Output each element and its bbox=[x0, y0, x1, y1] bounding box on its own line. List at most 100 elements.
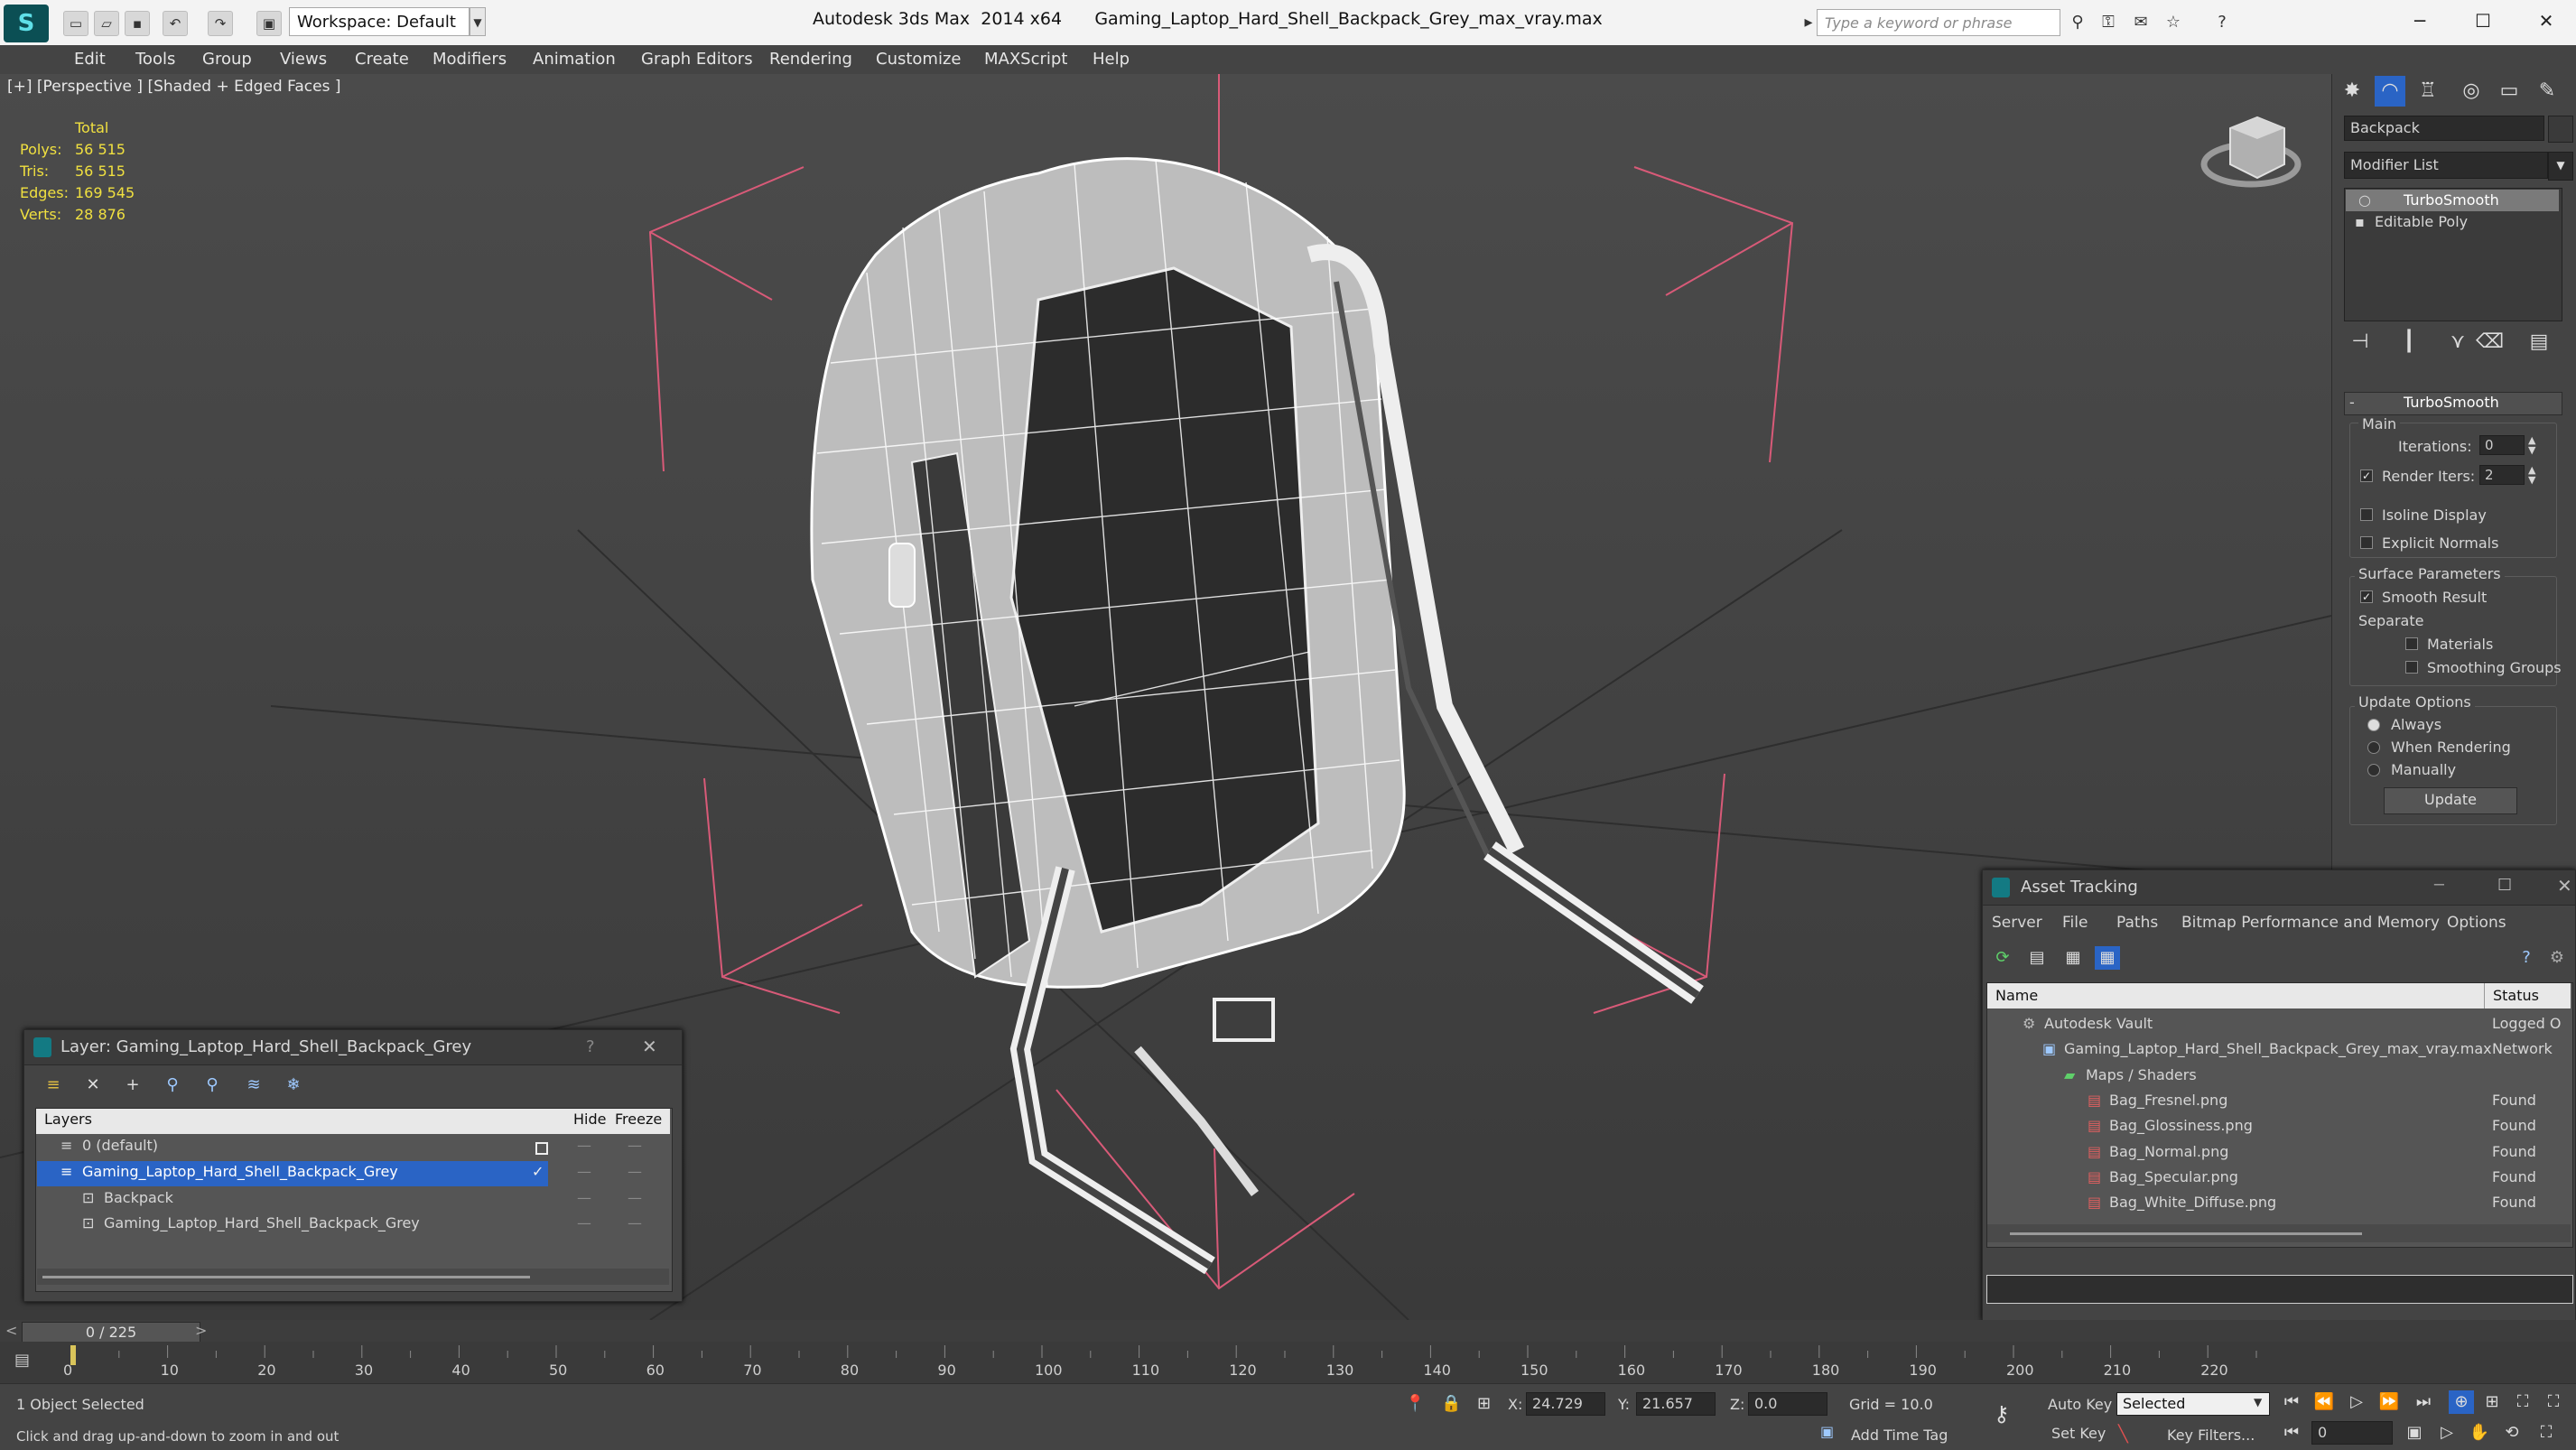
add-time-tag[interactable]: Add Time Tag bbox=[1851, 1427, 1948, 1444]
key-mode-toggle-icon[interactable]: ⏮ bbox=[2279, 1421, 2304, 1445]
pan-view-icon[interactable]: ✋ bbox=[2467, 1421, 2492, 1445]
key-filters-button[interactable]: Key Filters... bbox=[2167, 1427, 2255, 1444]
col-name[interactable]: Name bbox=[1995, 987, 2038, 1004]
scrollbar-thumb[interactable] bbox=[2010, 1232, 2362, 1235]
menu-server[interactable]: Server bbox=[1992, 914, 2042, 932]
asset-name[interactable]: Bag_White_Diffuse.png bbox=[2109, 1194, 2276, 1211]
new-file-icon[interactable]: ▭ bbox=[63, 11, 88, 36]
menu-animation[interactable]: Animation bbox=[533, 45, 616, 74]
refresh-icon[interactable]: ⟳ bbox=[1990, 946, 2015, 970]
select-objects-icon[interactable]: ⚲ bbox=[160, 1074, 185, 1097]
isoline-display-checkbox[interactable] bbox=[2360, 508, 2373, 521]
set-key-toggle-icon[interactable]: ╲ bbox=[2118, 1425, 2128, 1444]
asset-path-field[interactable] bbox=[1986, 1275, 2573, 1304]
key-icon[interactable]: ⚷ bbox=[1994, 1401, 2010, 1427]
chevron-down-icon[interactable]: ▼ bbox=[2254, 1396, 2262, 1408]
render-iters-checkbox[interactable]: ✓ bbox=[2360, 469, 2373, 482]
current-layer-checkbox[interactable] bbox=[535, 1142, 548, 1155]
create-tab-icon[interactable]: ✸ bbox=[2337, 76, 2367, 107]
hide-toggle[interactable]: — bbox=[577, 1163, 591, 1180]
freeze-toggle[interactable]: — bbox=[628, 1214, 642, 1232]
lightbulb-icon[interactable]: ○ bbox=[2358, 190, 2371, 211]
set-key-button[interactable]: Set Key bbox=[2051, 1425, 2106, 1442]
asset-name[interactable]: Bag_Glossiness.png bbox=[2109, 1117, 2253, 1134]
lock-icon[interactable]: 🔒 bbox=[1441, 1394, 1461, 1413]
display-tab-icon[interactable]: ▭ bbox=[2494, 76, 2525, 107]
object-name-field[interactable]: Backpack bbox=[2344, 116, 2544, 141]
hide-toggle[interactable]: — bbox=[577, 1137, 591, 1154]
modify-tab-icon[interactable]: ◠ bbox=[2375, 76, 2405, 107]
asset-name[interactable]: Bag_Normal.png bbox=[2109, 1143, 2228, 1160]
column-divider[interactable] bbox=[2484, 983, 2485, 1008]
menu-bitmap-performance[interactable]: Bitmap Performance and Memory bbox=[2181, 914, 2440, 932]
chevron-down-icon[interactable]: ▼ bbox=[2548, 152, 2573, 181]
object-color-swatch[interactable] bbox=[2548, 116, 2573, 143]
pin-stack-icon[interactable]: ⊣ bbox=[2348, 327, 2373, 358]
absolute-mode-icon[interactable]: ⊞ bbox=[1477, 1394, 1491, 1413]
maximize-button[interactable]: ☐ bbox=[2497, 876, 2512, 895]
zoom-extents-icon[interactable]: ⛶ bbox=[2510, 1390, 2535, 1414]
viewport-label[interactable]: [+] [Perspective ] [Shaded + Edged Faces… bbox=[7, 78, 340, 96]
asset-name[interactable]: Bag_Specular.png bbox=[2109, 1168, 2238, 1185]
settings-icon[interactable]: ⚙ bbox=[2544, 946, 2570, 970]
table-view-icon[interactable]: ▦ bbox=[2060, 946, 2086, 970]
utilities-tab-icon[interactable]: ✎ bbox=[2532, 76, 2562, 107]
layer-object-name[interactable]: Backpack bbox=[104, 1189, 173, 1206]
chevron-down-icon[interactable]: ▼ bbox=[470, 7, 486, 36]
pin-icon[interactable]: 📍 bbox=[1405, 1394, 1425, 1413]
zoom-extents-all-icon[interactable]: ⛶ bbox=[2541, 1390, 2566, 1414]
materials-checkbox[interactable] bbox=[2405, 637, 2418, 650]
asset-name[interactable]: Autodesk Vault bbox=[2044, 1015, 2153, 1032]
close-button[interactable]: ✕ bbox=[642, 1036, 657, 1057]
menu-tools[interactable]: Tools bbox=[135, 45, 175, 74]
time-slider[interactable] bbox=[0, 1320, 2576, 1342]
z-coordinate-field[interactable]: 0.0 bbox=[1748, 1392, 1827, 1416]
checkmark-icon[interactable]: ✓ bbox=[532, 1163, 544, 1180]
tree-view-icon[interactable]: ▦ bbox=[2095, 946, 2120, 970]
next-frame-arrow[interactable]: > bbox=[195, 1322, 207, 1339]
asset-name[interactable]: Gaming_Laptop_Hard_Shell_Backpack_Grey_m… bbox=[2064, 1040, 2492, 1057]
previous-key-icon[interactable]: ⏪ bbox=[2311, 1390, 2337, 1414]
menu-create[interactable]: Create bbox=[355, 45, 409, 74]
motion-tab-icon[interactable]: ◎ bbox=[2456, 76, 2487, 107]
col-hide[interactable]: Hide bbox=[573, 1111, 606, 1128]
scrollbar-thumb[interactable] bbox=[42, 1276, 530, 1278]
hide-toggle[interactable]: — bbox=[577, 1189, 591, 1206]
remove-modifier-icon[interactable]: ⌫ bbox=[2476, 327, 2504, 358]
make-unique-icon[interactable]: ⋎ bbox=[2445, 327, 2470, 358]
configure-modifier-sets-icon[interactable]: ▤ bbox=[2526, 327, 2552, 358]
key-mode-dropdown[interactable]: Selected bbox=[2116, 1392, 2270, 1416]
minimize-button[interactable]: ─ bbox=[2393, 5, 2447, 36]
when-rendering-radio[interactable] bbox=[2367, 741, 2380, 754]
freeze-toggle[interactable]: — bbox=[628, 1189, 642, 1206]
workspace-dropdown[interactable]: Workspace: Default bbox=[289, 7, 470, 36]
col-status[interactable]: Status bbox=[2493, 987, 2539, 1004]
auto-key-button[interactable]: Auto Key bbox=[2048, 1396, 2112, 1413]
delete-layer-icon[interactable]: ✕ bbox=[80, 1074, 106, 1097]
menu-paths[interactable]: Paths bbox=[2116, 914, 2158, 932]
binoculars-icon[interactable]: ⚲ bbox=[2066, 11, 2089, 34]
help-icon[interactable]: ? bbox=[2210, 11, 2234, 34]
iterations-spinner[interactable]: 0 bbox=[2479, 435, 2525, 455]
menu-graph-editors[interactable]: Graph Editors bbox=[641, 45, 753, 74]
favorites-star-icon[interactable]: ☆ bbox=[2162, 11, 2185, 34]
communication-icon[interactable]: ✉ bbox=[2129, 11, 2153, 34]
help-icon[interactable]: ? bbox=[2514, 946, 2539, 970]
current-frame-field[interactable]: 0 bbox=[2311, 1421, 2393, 1445]
x-coordinate-field[interactable]: 24.729 bbox=[1526, 1392, 1605, 1416]
new-layer-icon[interactable]: ≡ bbox=[41, 1074, 66, 1097]
menu-help[interactable]: Help bbox=[1093, 45, 1130, 74]
always-radio[interactable] bbox=[2367, 719, 2380, 731]
asset-name[interactable]: Bag_Fresnel.png bbox=[2109, 1092, 2227, 1109]
go-to-end-icon[interactable]: ⏭ bbox=[2411, 1390, 2436, 1414]
explicit-normals-checkbox[interactable] bbox=[2360, 536, 2373, 549]
expand-icon[interactable]: ▪ bbox=[2355, 211, 2365, 233]
subscription-icon[interactable]: ⚿ bbox=[2097, 11, 2120, 34]
freeze-all-layers-icon[interactable]: ❄ bbox=[281, 1074, 306, 1097]
layer-object-name[interactable]: Gaming_Laptop_Hard_Shell_Backpack_Grey bbox=[104, 1214, 420, 1232]
field-of-view-icon[interactable]: ▷ bbox=[2434, 1421, 2460, 1445]
redo-icon[interactable]: ↷ bbox=[208, 11, 233, 36]
undo-icon[interactable]: ↶ bbox=[163, 11, 188, 36]
spinner-arrows-icon[interactable]: ▲ ▼ bbox=[2528, 465, 2535, 485]
hierarchy-tab-icon[interactable]: ♖ bbox=[2413, 76, 2443, 107]
